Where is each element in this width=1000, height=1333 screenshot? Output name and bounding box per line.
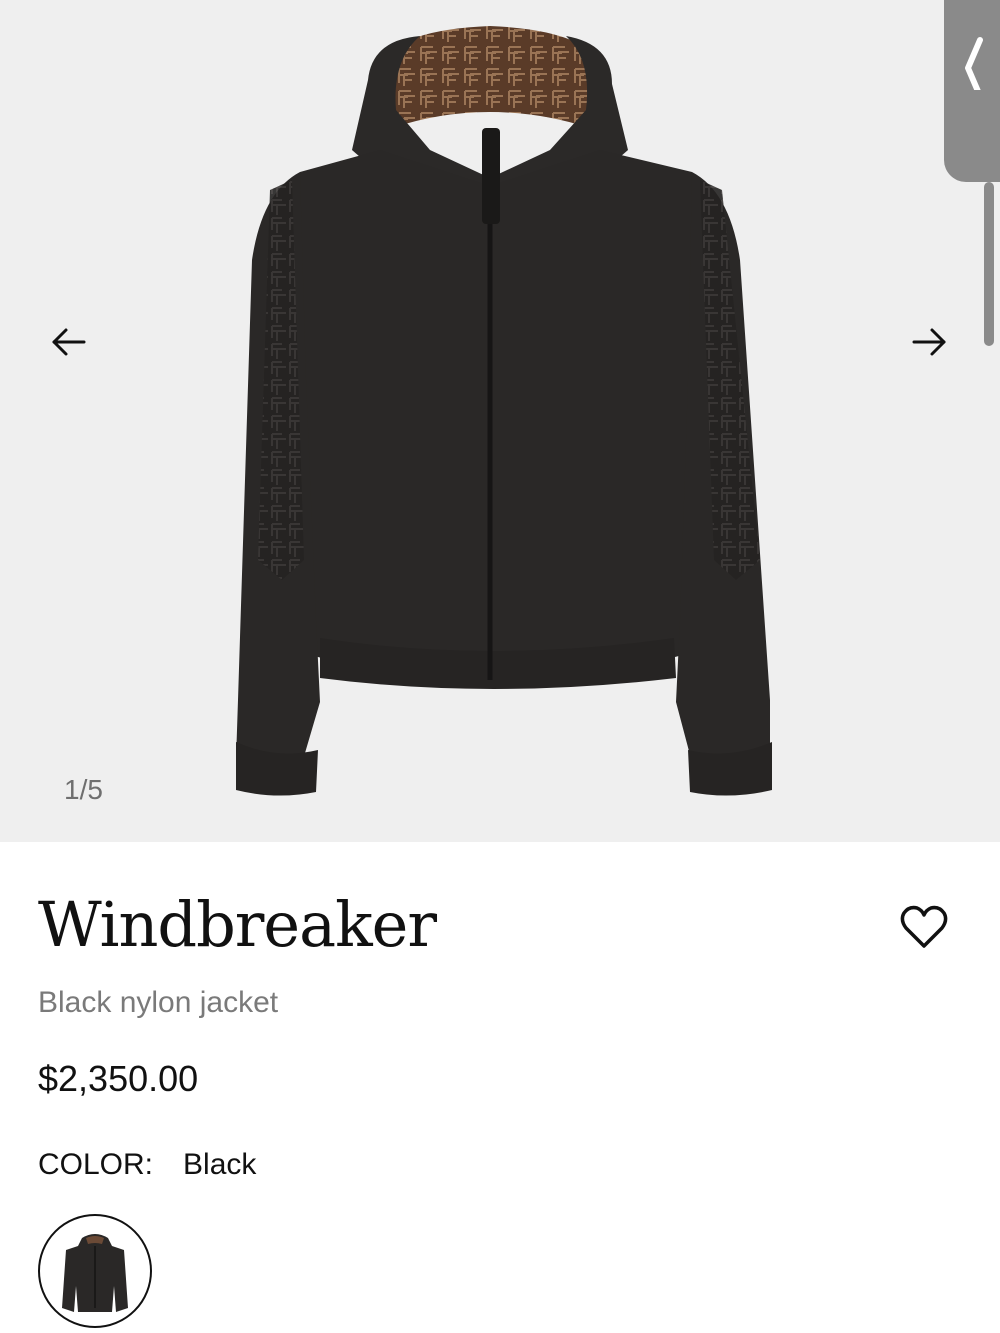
product-gallery[interactable]: 1/5 [0, 0, 1000, 842]
color-swatch-black[interactable] [38, 1214, 152, 1328]
color-label: COLOR: [38, 1148, 154, 1181]
product-image [236, 26, 772, 796]
product-subtitle: Black nylon jacket [38, 986, 279, 1019]
color-selector-label: COLOR: Black [38, 1148, 256, 1182]
next-image-button[interactable] [910, 322, 950, 362]
product-page: 1/5 Windbreaker Black nylon jacket $2,35… [0, 0, 1000, 1333]
product-price: $2,350.00 [38, 1058, 199, 1099]
favorite-button[interactable] [898, 902, 950, 950]
side-panel-tab[interactable] [944, 0, 1000, 182]
swatch-thumbnail [62, 1234, 128, 1312]
heart-outline-icon [900, 905, 948, 948]
color-value: Black [183, 1148, 257, 1181]
side-panel-handle[interactable] [984, 182, 994, 346]
arrow-right-icon [912, 328, 946, 356]
chevron-left-icon [965, 37, 983, 99]
product-title: Windbreaker [38, 888, 437, 961]
previous-image-button[interactable] [48, 322, 88, 362]
image-counter: 1/5 [64, 774, 103, 805]
arrow-left-icon [52, 328, 86, 356]
